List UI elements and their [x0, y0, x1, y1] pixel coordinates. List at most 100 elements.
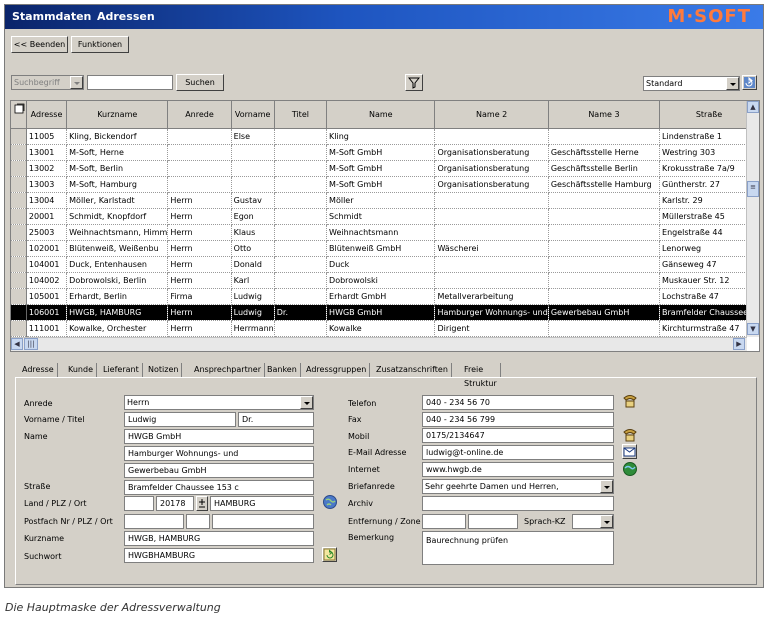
table-cell[interactable]: M-Soft, Berlin [66, 160, 169, 177]
table-row[interactable]: 105001 Erhardt, Berlin Firma Ludwig Erhardt … [11, 288, 759, 305]
table-cell[interactable]: Güntherstr. 27 [659, 176, 759, 193]
table-cell[interactable]: Hamburger Wohnungs- und [434, 304, 549, 321]
open-website-button[interactable] [622, 461, 638, 477]
table-cell[interactable] [231, 144, 275, 161]
table-cell[interactable]: Duck, Entenhausen [66, 256, 169, 273]
table-cell[interactable]: 11005 [26, 128, 68, 145]
table-cell[interactable] [548, 320, 661, 337]
table-row[interactable]: 13004 Möller, Karlstadt Herrn Gustav Möller K… [11, 192, 759, 209]
table-cell[interactable]: 104002 [26, 272, 68, 289]
column-header[interactable]: Kurzname [66, 101, 169, 129]
search-button[interactable]: Suchen [176, 74, 224, 91]
column-header[interactable]: Titel [274, 101, 328, 129]
table-cell[interactable]: Dobrowolski [326, 272, 436, 289]
tab-kunde[interactable]: Kunde [65, 363, 97, 377]
table-cell[interactable]: 106001 [26, 304, 68, 321]
table-cell[interactable]: Kling [326, 128, 436, 145]
column-header[interactable]: Vorname [231, 101, 275, 129]
vorname-field[interactable]: Ludwig [124, 412, 236, 427]
row-indicator[interactable] [11, 128, 27, 145]
table-row[interactable]: 13003 M-Soft, Hamburg M-Soft GmbH Organisat… [11, 176, 759, 193]
postfach-plz-field[interactable] [186, 514, 210, 529]
chevron-down-icon[interactable] [600, 515, 613, 528]
table-cell[interactable]: Lenorweg [659, 240, 759, 257]
table-cell[interactable]: Geschäftsstelle Hamburg [548, 176, 661, 193]
scroll-up-button[interactable]: ▲ [747, 101, 759, 113]
table-cell[interactable]: M-Soft, Herne [66, 144, 169, 161]
table-row[interactable]: 104001 Duck, Entenhausen Herrn Donald Duck Gä… [11, 256, 759, 273]
table-cell[interactable]: M-Soft GmbH [326, 176, 436, 193]
sprach-select[interactable] [572, 514, 614, 529]
table-cell[interactable]: Bramfelder Chaussee [659, 304, 759, 321]
table-cell[interactable]: 111001 [26, 320, 68, 337]
table-cell[interactable] [274, 176, 328, 193]
chevron-down-icon[interactable] [70, 76, 83, 89]
table-row[interactable]: 13002 M-Soft, Berlin M-Soft GmbH Organisati… [11, 160, 759, 177]
email-field[interactable]: ludwig@t-online.de [422, 445, 614, 460]
table-cell[interactable]: Herrn [167, 256, 232, 273]
table-cell[interactable]: Erhardt GmbH [326, 288, 436, 305]
table-cell[interactable]: Donald [231, 256, 275, 273]
chevron-down-icon[interactable] [600, 480, 613, 493]
table-cell[interactable] [231, 160, 275, 177]
table-row[interactable]: 102001 Blütenweiß, Weißenbu Herrn Otto Blüte… [11, 240, 759, 257]
plz-lookup-button[interactable] [196, 496, 208, 511]
table-row[interactable]: 106001 HWGB, HAMBURG Herrn Ludwig Dr. HWGB Gm… [11, 304, 759, 321]
table-cell[interactable]: Geschäftsstelle Herne [548, 144, 661, 161]
scroll-left-button[interactable]: ◀ [11, 338, 23, 350]
scroll-thumb[interactable]: ≡ [747, 181, 759, 197]
tab-adresse[interactable]: Adresse [19, 363, 58, 377]
table-row[interactable]: 11005 Kling, Bickendorf Else Kling Lindenstr… [11, 128, 759, 145]
table-cell[interactable]: Herrn [167, 272, 232, 289]
table-row[interactable]: 20001 Schmidt, Knopfdorf Herrn Egon Schmidt M… [11, 208, 759, 225]
row-indicator[interactable] [11, 208, 27, 225]
titel-field[interactable]: Dr. [238, 412, 314, 427]
tab-adressgruppen[interactable]: Adressgruppen [303, 363, 371, 377]
row-indicator[interactable] [11, 192, 27, 209]
internet-field[interactable]: www.hwgb.de [422, 462, 614, 477]
table-cell[interactable]: Herrn [167, 192, 232, 209]
table-cell[interactable]: Dobrowolski, Berlin [66, 272, 169, 289]
ort-field[interactable]: HAMBURG [210, 496, 314, 511]
table-cell[interactable]: Möller [326, 192, 436, 209]
table-cell[interactable] [548, 272, 661, 289]
table-cell[interactable] [274, 240, 328, 257]
row-indicator[interactable] [11, 144, 27, 161]
name1-field[interactable]: HWGB GmbH [124, 429, 314, 444]
table-cell[interactable]: 25003 [26, 224, 68, 241]
suchwort-refresh-button[interactable] [322, 547, 337, 562]
table-cell[interactable] [274, 208, 328, 225]
table-cell[interactable]: 20001 [26, 208, 68, 225]
briefanrede-select[interactable]: Sehr geehrte Damen und Herren, [422, 479, 614, 494]
table-cell[interactable]: Westring 303 [659, 144, 759, 161]
table-cell[interactable]: Karl [231, 272, 275, 289]
column-header[interactable]: Adresse [26, 101, 68, 129]
column-header[interactable]: Name 3 [548, 101, 661, 129]
table-cell[interactable]: M-Soft, Hamburg [66, 176, 169, 193]
table-cell[interactable]: Gänseweg 47 [659, 256, 759, 273]
beenden-button[interactable]: << Beenden [11, 36, 68, 53]
table-cell[interactable]: Kirchturmstraße 47 [659, 320, 759, 337]
table-cell[interactable] [274, 144, 328, 161]
table-cell[interactable] [434, 128, 549, 145]
table-cell[interactable]: M-Soft GmbH [326, 160, 436, 177]
table-cell[interactable] [274, 160, 328, 177]
telefon-field[interactable]: 040 - 234 56 70 [422, 395, 614, 410]
table-cell[interactable]: Weihnachtsmann [326, 224, 436, 241]
table-cell[interactable] [548, 224, 661, 241]
table-cell[interactable] [274, 224, 328, 241]
table-cell[interactable]: Engelstraße 44 [659, 224, 759, 241]
table-cell[interactable]: 104001 [26, 256, 68, 273]
table-cell[interactable]: Herrn [167, 320, 232, 337]
table-cell[interactable]: Schmidt, Knopfdorf [66, 208, 169, 225]
table-cell[interactable] [167, 176, 232, 193]
strasse-field[interactable]: Bramfelder Chaussee 153 c [124, 480, 314, 495]
table-cell[interactable]: Schmidt [326, 208, 436, 225]
table-cell[interactable]: Gustav [231, 192, 275, 209]
suchwort-field[interactable]: HWGBHAMBURG [124, 548, 314, 563]
row-indicator[interactable] [11, 288, 27, 305]
postfach-field[interactable] [124, 514, 184, 529]
table-cell[interactable]: Blütenweiß, Weißenbu [66, 240, 169, 257]
view-select[interactable]: Standard [643, 76, 740, 91]
table-cell[interactable]: Herrn [167, 208, 232, 225]
